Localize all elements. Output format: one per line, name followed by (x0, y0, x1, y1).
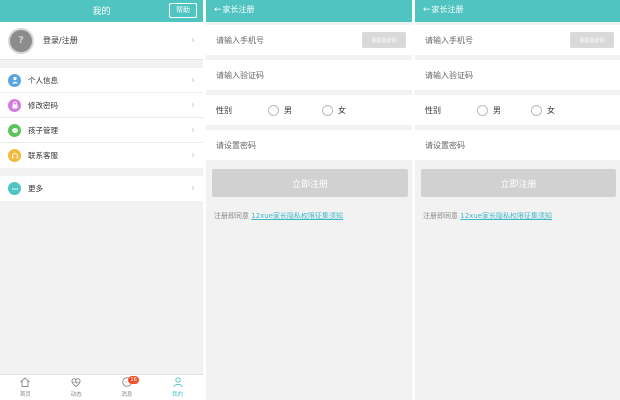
register-submit-button[interactable]: 立即注册 (421, 169, 616, 197)
tab-profile[interactable]: 我的 (152, 375, 203, 400)
password-placeholder: 请设置密码 (425, 140, 465, 150)
menu-label: 个人信息 (28, 75, 58, 85)
register-submit-button[interactable]: 立即注册 (212, 169, 408, 197)
page-title: 家长注册 (431, 5, 464, 14)
female-label: 女 (547, 105, 555, 115)
gender-field: 性别 男 女 (415, 95, 620, 125)
female-radio[interactable] (322, 104, 333, 116)
back-button[interactable]: ← 家长注册 (214, 4, 255, 15)
child-icon (8, 123, 21, 137)
code-field[interactable]: 请输入验证码 (415, 60, 620, 90)
bottom-tab-bar: 首页 动态 消息 16 我的 (0, 374, 203, 400)
chevron-right-icon: › (191, 74, 195, 86)
menu-label: 孩子管理 (28, 125, 58, 135)
tab-label: 我的 (172, 392, 184, 398)
agreement-text: 注册即同意 12xue家长隐私权限征集须知 (423, 211, 552, 221)
gender-label: 性别 (216, 105, 232, 115)
gender-female-option[interactable]: 女 (531, 95, 555, 125)
chevron-right-icon: › (191, 99, 195, 111)
menu-item-change-password[interactable]: 修改密码 › (0, 93, 203, 118)
chevron-right-icon: › (191, 35, 195, 46)
code-placeholder: 请输入验证码 (216, 70, 264, 80)
profile-header: 我的 帮助 (0, 0, 203, 22)
privacy-notice-link[interactable]: 12xue家长隐私权限征集须知 (460, 212, 552, 220)
help-button[interactable]: 帮助 (169, 3, 197, 18)
password-field[interactable]: 请设置密码 (206, 130, 412, 160)
menu-label: 修改密码 (28, 100, 58, 110)
gender-label: 性别 (425, 105, 441, 115)
page-title: 家长注册 (222, 5, 255, 14)
code-field[interactable]: 请输入验证码 (206, 60, 412, 90)
lock-icon (8, 98, 21, 112)
menu-item-child-management[interactable]: 孩子管理 › (0, 118, 203, 143)
service-icon (8, 149, 21, 162)
account-menu: 个人信息 › 修改密码 › 孩子管理 › 联系客服 › (0, 68, 203, 168)
phone-placeholder: 请输入手机号 (216, 35, 264, 45)
home-icon (20, 377, 31, 387)
menu-label: 更多 (28, 184, 43, 193)
tab-label: 首页 (19, 392, 31, 398)
tab-activity[interactable]: 动态 (51, 375, 102, 400)
gender-male-option[interactable]: 男 (268, 95, 292, 125)
tab-label: 动态 (70, 392, 82, 398)
get-code-button[interactable]: 获取验证码 (362, 32, 406, 48)
user-icon (8, 73, 21, 87)
menu-item-personal-info[interactable]: 个人信息 › (0, 68, 203, 93)
login-register-label: 登录/注册 (43, 36, 78, 45)
phone-field[interactable]: 请输入手机号 获取验证码 (206, 25, 412, 55)
chevron-right-icon: › (191, 124, 195, 136)
register-panel: ← 家长注册 请输入手机号 获取验证码 请输入验证码 性别 男 女 请设置密码 … (415, 0, 620, 400)
back-arrow-icon: ← (214, 4, 222, 15)
gender-female-option[interactable]: 女 (322, 95, 346, 125)
tab-messages[interactable]: 消息 16 (102, 375, 153, 400)
avatar: ? (8, 27, 34, 54)
password-placeholder: 请设置密码 (216, 140, 256, 150)
agreement-text: 注册即同意 12xue家长隐私权限征集须知 (214, 211, 343, 221)
unread-badge: 16 (128, 376, 139, 384)
menu-item-contact-service[interactable]: 联系客服 › (0, 143, 203, 168)
male-radio[interactable] (268, 104, 279, 116)
privacy-notice-link[interactable]: 12xue家长隐私权限征集须知 (251, 212, 343, 220)
get-code-button[interactable]: 获取验证码 (570, 32, 614, 48)
back-arrow-icon: ← (423, 4, 431, 15)
gender-field: 性别 男 女 (206, 95, 412, 125)
chevron-right-icon: › (191, 183, 195, 194)
gender-male-option[interactable]: 男 (477, 95, 501, 125)
male-label: 男 (284, 105, 292, 115)
register-header: ← 家长注册 (415, 0, 620, 22)
code-placeholder: 请输入验证码 (425, 70, 473, 80)
phone-field[interactable]: 请输入手机号 获取验证码 (415, 25, 620, 55)
profile-icon (173, 377, 183, 388)
male-label: 男 (493, 105, 501, 115)
more-menu: 更多 › (0, 176, 203, 201)
female-radio[interactable] (531, 104, 542, 116)
female-label: 女 (338, 105, 346, 115)
register-header: ← 家长注册 (206, 0, 412, 22)
chevron-right-icon: › (191, 150, 195, 161)
tab-home[interactable]: 首页 (0, 375, 51, 400)
register-panel: ← 家长注册 请输入手机号 获取验证码 请输入验证码 性别 男 女 请设置密码 … (206, 0, 412, 400)
agreement-prefix: 注册即同意 (214, 212, 249, 220)
phone-placeholder: 请输入手机号 (425, 35, 473, 45)
male-radio[interactable] (477, 104, 488, 116)
password-field[interactable]: 请设置密码 (415, 130, 620, 160)
tab-label: 消息 (121, 392, 133, 398)
back-button[interactable]: ← 家长注册 (423, 4, 464, 15)
more-icon (8, 182, 21, 195)
profile-panel: 我的 帮助 ? 登录/注册 › 个人信息 › 修改密码 › 孩子管理 › 联系客… (0, 0, 203, 400)
login-register-row[interactable]: ? 登录/注册 › (0, 22, 203, 60)
menu-label: 联系客服 (28, 151, 58, 160)
menu-item-more[interactable]: 更多 › (0, 176, 203, 201)
activity-icon (71, 378, 81, 388)
agreement-prefix: 注册即同意 (423, 212, 458, 220)
